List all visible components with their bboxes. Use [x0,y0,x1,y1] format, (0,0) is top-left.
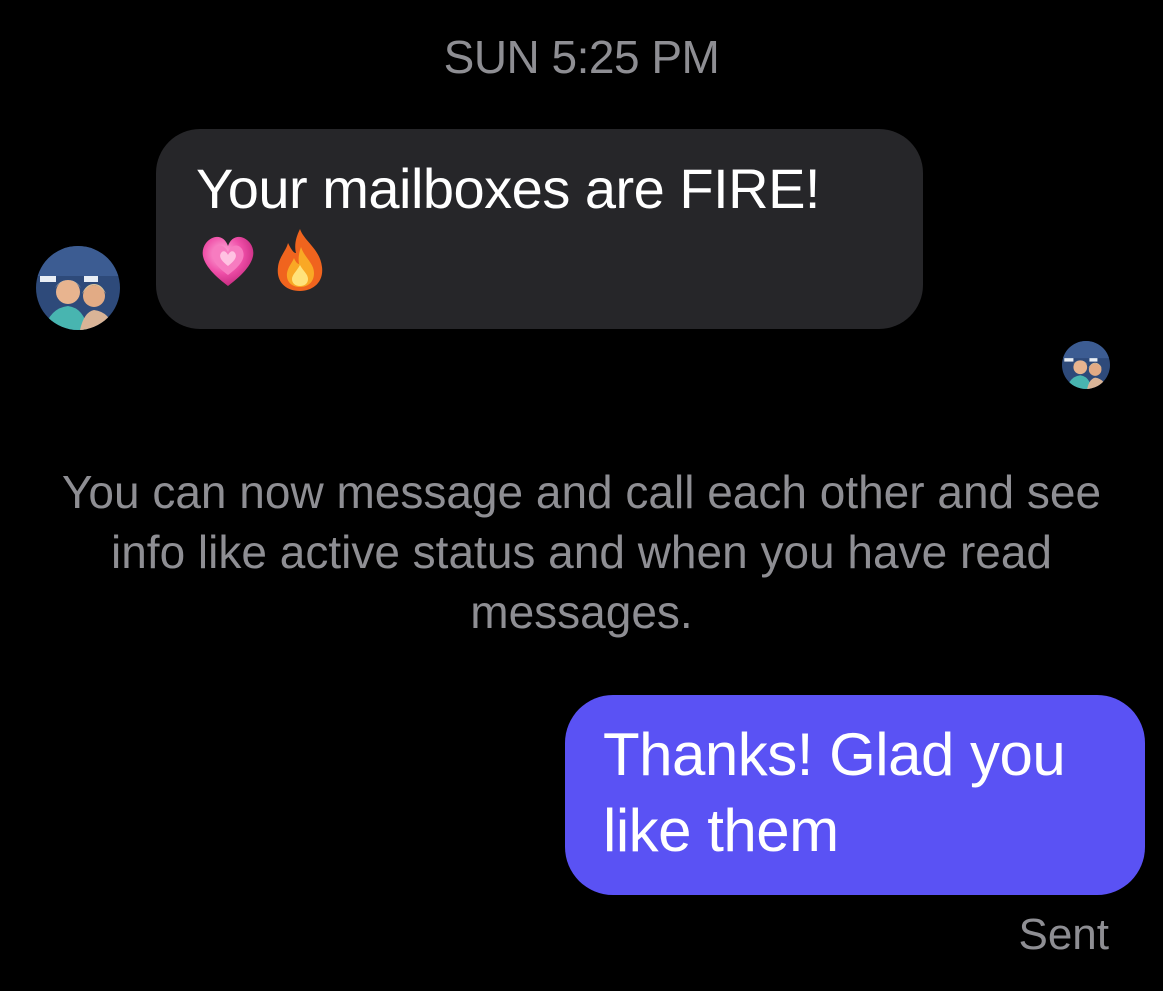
sender-avatar-image [36,246,120,330]
outgoing-message-bubble[interactable]: Thanks! Glad you like them [565,695,1145,895]
outgoing-message-text: Thanks! Glad you like them [603,721,1066,864]
read-receipt-avatar-image [1062,341,1110,389]
fire-icon [270,227,330,293]
sender-avatar[interactable] [36,246,120,330]
connection-notice: You can now message and call each other … [61,466,1102,638]
growing-heart-icon [196,228,260,292]
sent-status: Sent [1018,910,1109,959]
message-timestamp: SUN 5:25 PM [443,31,720,83]
read-receipt-avatar [1062,341,1110,389]
incoming-message-text: Your mailboxes are FIRE! [196,157,821,220]
incoming-message-bubble[interactable]: Your mailboxes are FIRE! [156,129,923,329]
emoji-row [196,227,885,293]
